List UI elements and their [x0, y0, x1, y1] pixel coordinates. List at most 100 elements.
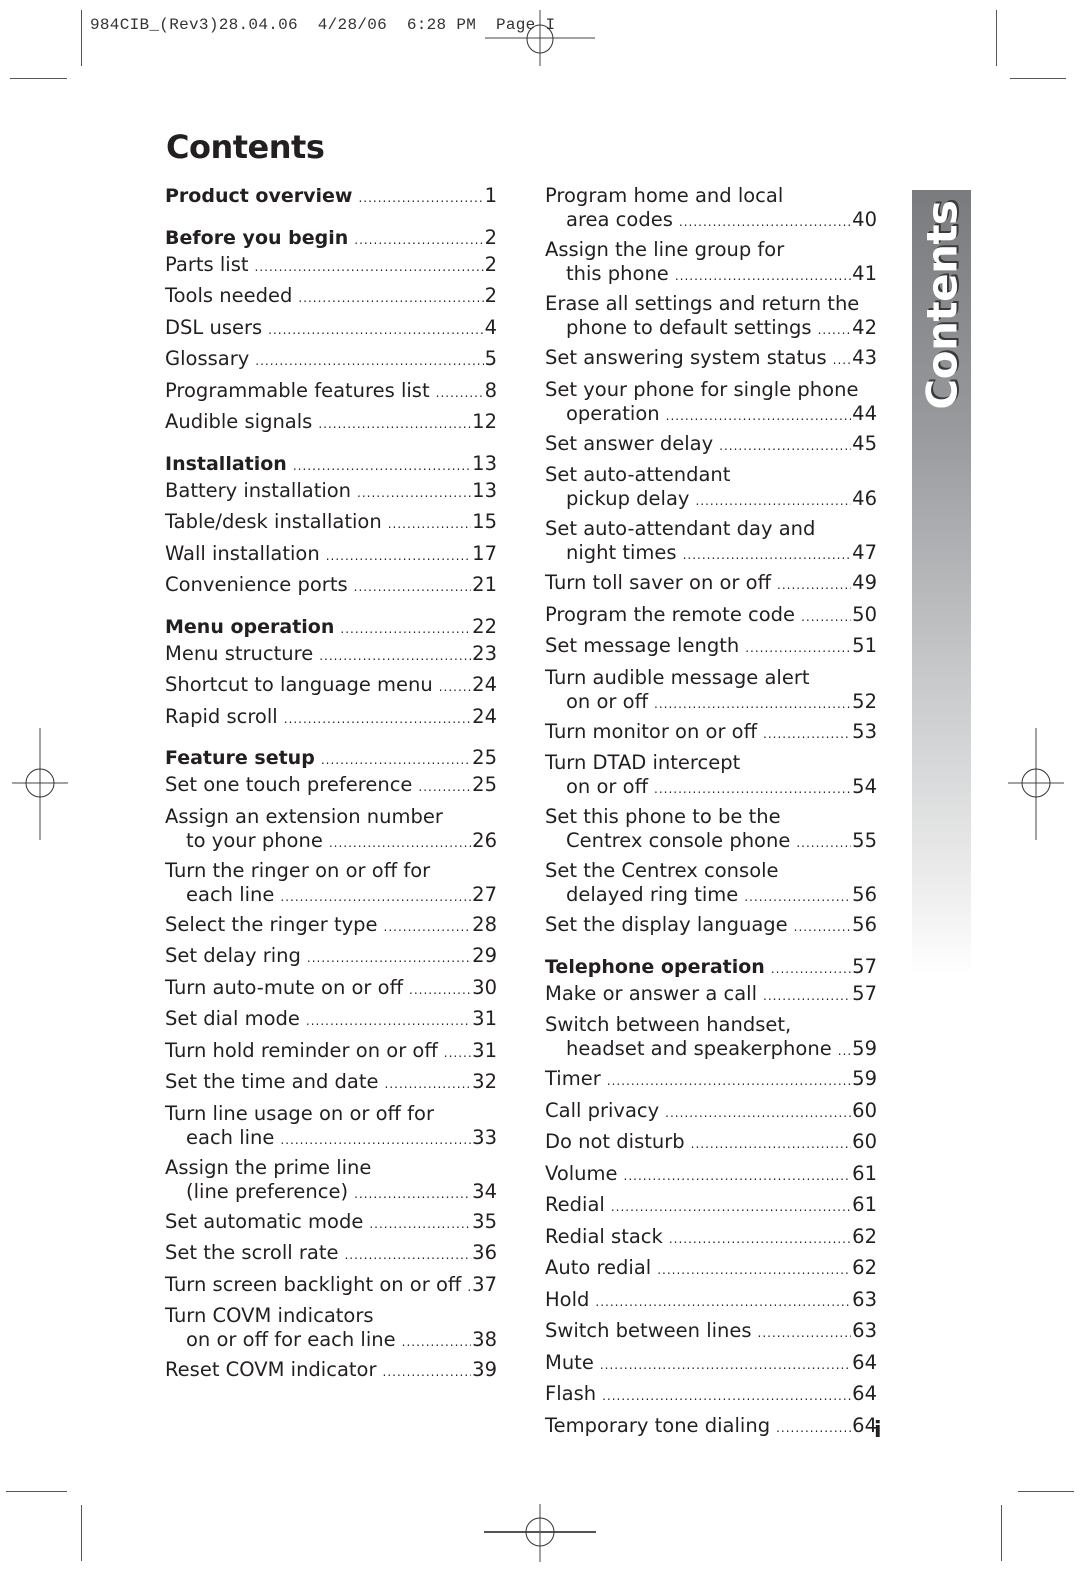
toc-entry[interactable]: Tools needed 2	[165, 284, 497, 316]
toc-entry[interactable]: Call privacy 60	[545, 1099, 877, 1131]
toc-entry[interactable]: Temporary tone dialing64	[545, 1414, 877, 1446]
toc-entry[interactable]: Set this phone to be the Centrex console …	[545, 805, 877, 859]
toc-entry[interactable]: Glossary 5	[165, 347, 497, 379]
toc-page-number: 59	[852, 1067, 877, 1090]
toc-entry[interactable]: Set answering system status 43	[545, 346, 877, 378]
toc-entry-line: Program home and local	[545, 184, 877, 208]
toc-entry[interactable]: Erase all settings and return the phone t…	[545, 292, 877, 346]
toc-entry[interactable]: Switch between lines 63	[545, 1319, 877, 1351]
toc-entry-title: area codes	[566, 208, 673, 231]
toc-page-number: 46	[852, 487, 877, 510]
toc-entry-line: Redial stack 62	[545, 1225, 877, 1251]
toc-entry-line: Menu operation 22	[165, 615, 497, 641]
toc-entry[interactable]: Turn audible message alerton or off 52	[545, 666, 877, 720]
toc-page-number: 57	[852, 981, 877, 1005]
toc-entry[interactable]: Timer 59	[545, 1067, 877, 1099]
toc-page-number: 34	[472, 1179, 497, 1203]
toc-entry[interactable]: Convenience ports 21	[165, 573, 497, 605]
toc-entry[interactable]: Auto redial 62	[545, 1256, 877, 1288]
toc-entry[interactable]: Assign the prime line(line preference) 34	[165, 1156, 497, 1210]
toc-page-number: 59	[852, 1037, 877, 1060]
toc-entry[interactable]: Do not disturb 60	[545, 1130, 877, 1162]
toc-entry[interactable]: Set one touch preference 25	[165, 773, 497, 805]
toc-entry[interactable]: Set the scroll rate 36	[165, 1241, 497, 1273]
toc-entry[interactable]: Wall installation 17	[165, 542, 497, 574]
toc-entry[interactable]: Turn auto-mute on or off 30	[165, 976, 497, 1008]
toc-entry[interactable]: Rapid scroll 24	[165, 705, 497, 737]
toc-page-number: 38	[472, 1328, 497, 1351]
toc-entry[interactable]: Turn the ringer on or off foreach line 27	[165, 859, 497, 913]
toc-entry[interactable]: Set dial mode 31	[165, 1007, 497, 1039]
toc-entry[interactable]: Turn line usage on or off foreach line 33	[165, 1102, 497, 1156]
toc-entry[interactable]: Programmable features list 8	[165, 379, 497, 411]
toc-section-heading[interactable]: Before you begin 2	[165, 226, 497, 253]
toc-entry[interactable]: Select the ringer type 28	[165, 913, 497, 945]
toc-entry-title: Hold	[545, 1287, 590, 1311]
page-number: i	[874, 1418, 882, 1443]
toc-entry-line: Wall installation 17	[165, 542, 497, 568]
toc-entry[interactable]: Turn COVM indicators on or off for each l…	[165, 1304, 497, 1358]
toc-entry[interactable]: Program home and localarea codes 40	[545, 184, 877, 238]
toc-entry[interactable]: Turn monitor on or off 53	[545, 720, 877, 752]
toc-entry[interactable]: Set message length 51	[545, 634, 877, 666]
toc-section-heading[interactable]: Installation 13	[165, 452, 497, 479]
toc-entry[interactable]: Set the display language 56	[545, 913, 877, 945]
toc-entry[interactable]: Set auto-attendantpickup delay 46	[545, 463, 877, 517]
toc-entry[interactable]: Volume 61	[545, 1162, 877, 1194]
toc-entry-title: Turn COVM indicators	[165, 1304, 374, 1327]
dot-leader	[321, 748, 471, 772]
toc-entry[interactable]: Turn screen backlight on or off 37	[165, 1273, 497, 1305]
toc-entry[interactable]: Set answer delay 45	[545, 432, 877, 464]
toc-entry[interactable]: Set the Centrex console delayed ring time…	[545, 859, 877, 913]
toc-entry[interactable]: Flash 64	[545, 1382, 877, 1414]
toc-entry-line: each line 33	[165, 1126, 497, 1152]
toc-section-heading[interactable]: Feature setup 25	[165, 746, 497, 773]
toc-entry[interactable]: Redial 61	[545, 1193, 877, 1225]
toc-entry[interactable]: Turn hold reminder on or off 31	[165, 1039, 497, 1071]
toc-entry[interactable]: Program the remote code 50	[545, 603, 877, 635]
dot-leader	[744, 885, 851, 909]
dot-leader	[777, 573, 851, 597]
toc-entry-line: Tools needed 2	[165, 284, 497, 310]
toc-entry-line: operation 44	[545, 402, 877, 428]
toc-entry[interactable]: Set automatic mode 35	[165, 1210, 497, 1242]
toc-entry-title: Turn DTAD intercept	[545, 751, 741, 774]
toc-entry[interactable]: Set your phone for single phone operation…	[545, 378, 877, 432]
toc-entry[interactable]: Audible signals 12	[165, 410, 497, 442]
toc-section-heading[interactable]: Menu operation 22	[165, 615, 497, 642]
toc-entry[interactable]: Battery installation 13	[165, 479, 497, 511]
toc-entry[interactable]: Parts list 2	[165, 253, 497, 285]
toc-entry[interactable]: Menu structure 23	[165, 642, 497, 674]
toc-entry-title: Do not disturb	[545, 1130, 685, 1153]
toc-entry[interactable]: Set delay ring 29	[165, 944, 497, 976]
dot-leader	[776, 1416, 851, 1440]
toc-entry-title: operation	[566, 401, 660, 425]
toc-section-heading[interactable]: Product overview 1	[165, 184, 497, 216]
toc-entry[interactable]: Table/desk installation 15	[165, 510, 497, 542]
dot-leader	[719, 434, 851, 458]
toc-entry-line: Reset COVM indicator 39	[165, 1358, 497, 1384]
toc-entry[interactable]: Assign the line group forthis phone 41	[545, 238, 877, 292]
toc-entry[interactable]: Turn DTAD intercepton or off 54	[545, 751, 877, 805]
toc-entry[interactable]: DSL users 4	[165, 316, 497, 348]
toc-entry-line: Table/desk installation 15	[165, 510, 497, 536]
toc-page-number: 56	[852, 883, 877, 906]
toc-entry[interactable]: Set the time and date 32	[165, 1070, 497, 1102]
dot-leader	[657, 1258, 851, 1282]
toc-entry-title: each line	[186, 882, 275, 906]
toc-entry[interactable]: Shortcut to language menu 24	[165, 673, 497, 705]
toc-entry[interactable]: Set auto-attendant day andnight times 47	[545, 517, 877, 571]
toc-entry[interactable]: Reset COVM indicator 39	[165, 1358, 497, 1390]
toc-entry[interactable]: Assign an extension numberto your phone 2…	[165, 805, 497, 859]
toc-entry[interactable]: Turn toll saver on or off 49	[545, 571, 877, 603]
toc-section-heading[interactable]: Telephone operation 57	[545, 955, 877, 982]
toc-entry[interactable]: Make or answer a call 57	[545, 982, 877, 1014]
toc-entry-title: Installation	[165, 452, 287, 475]
toc-entry-title: Select the ringer type	[165, 912, 378, 936]
toc-entry[interactable]: Redial stack 62	[545, 1225, 877, 1257]
toc-entry[interactable]: Switch between handset, headset and speak…	[545, 1013, 877, 1067]
toc-entry[interactable]: Mute 64	[545, 1351, 877, 1383]
toc-entry[interactable]: Hold 63	[545, 1288, 877, 1320]
toc-entry-line: Set the display language 56	[545, 913, 877, 939]
toc-entry-line: Glossary 5	[165, 347, 497, 373]
